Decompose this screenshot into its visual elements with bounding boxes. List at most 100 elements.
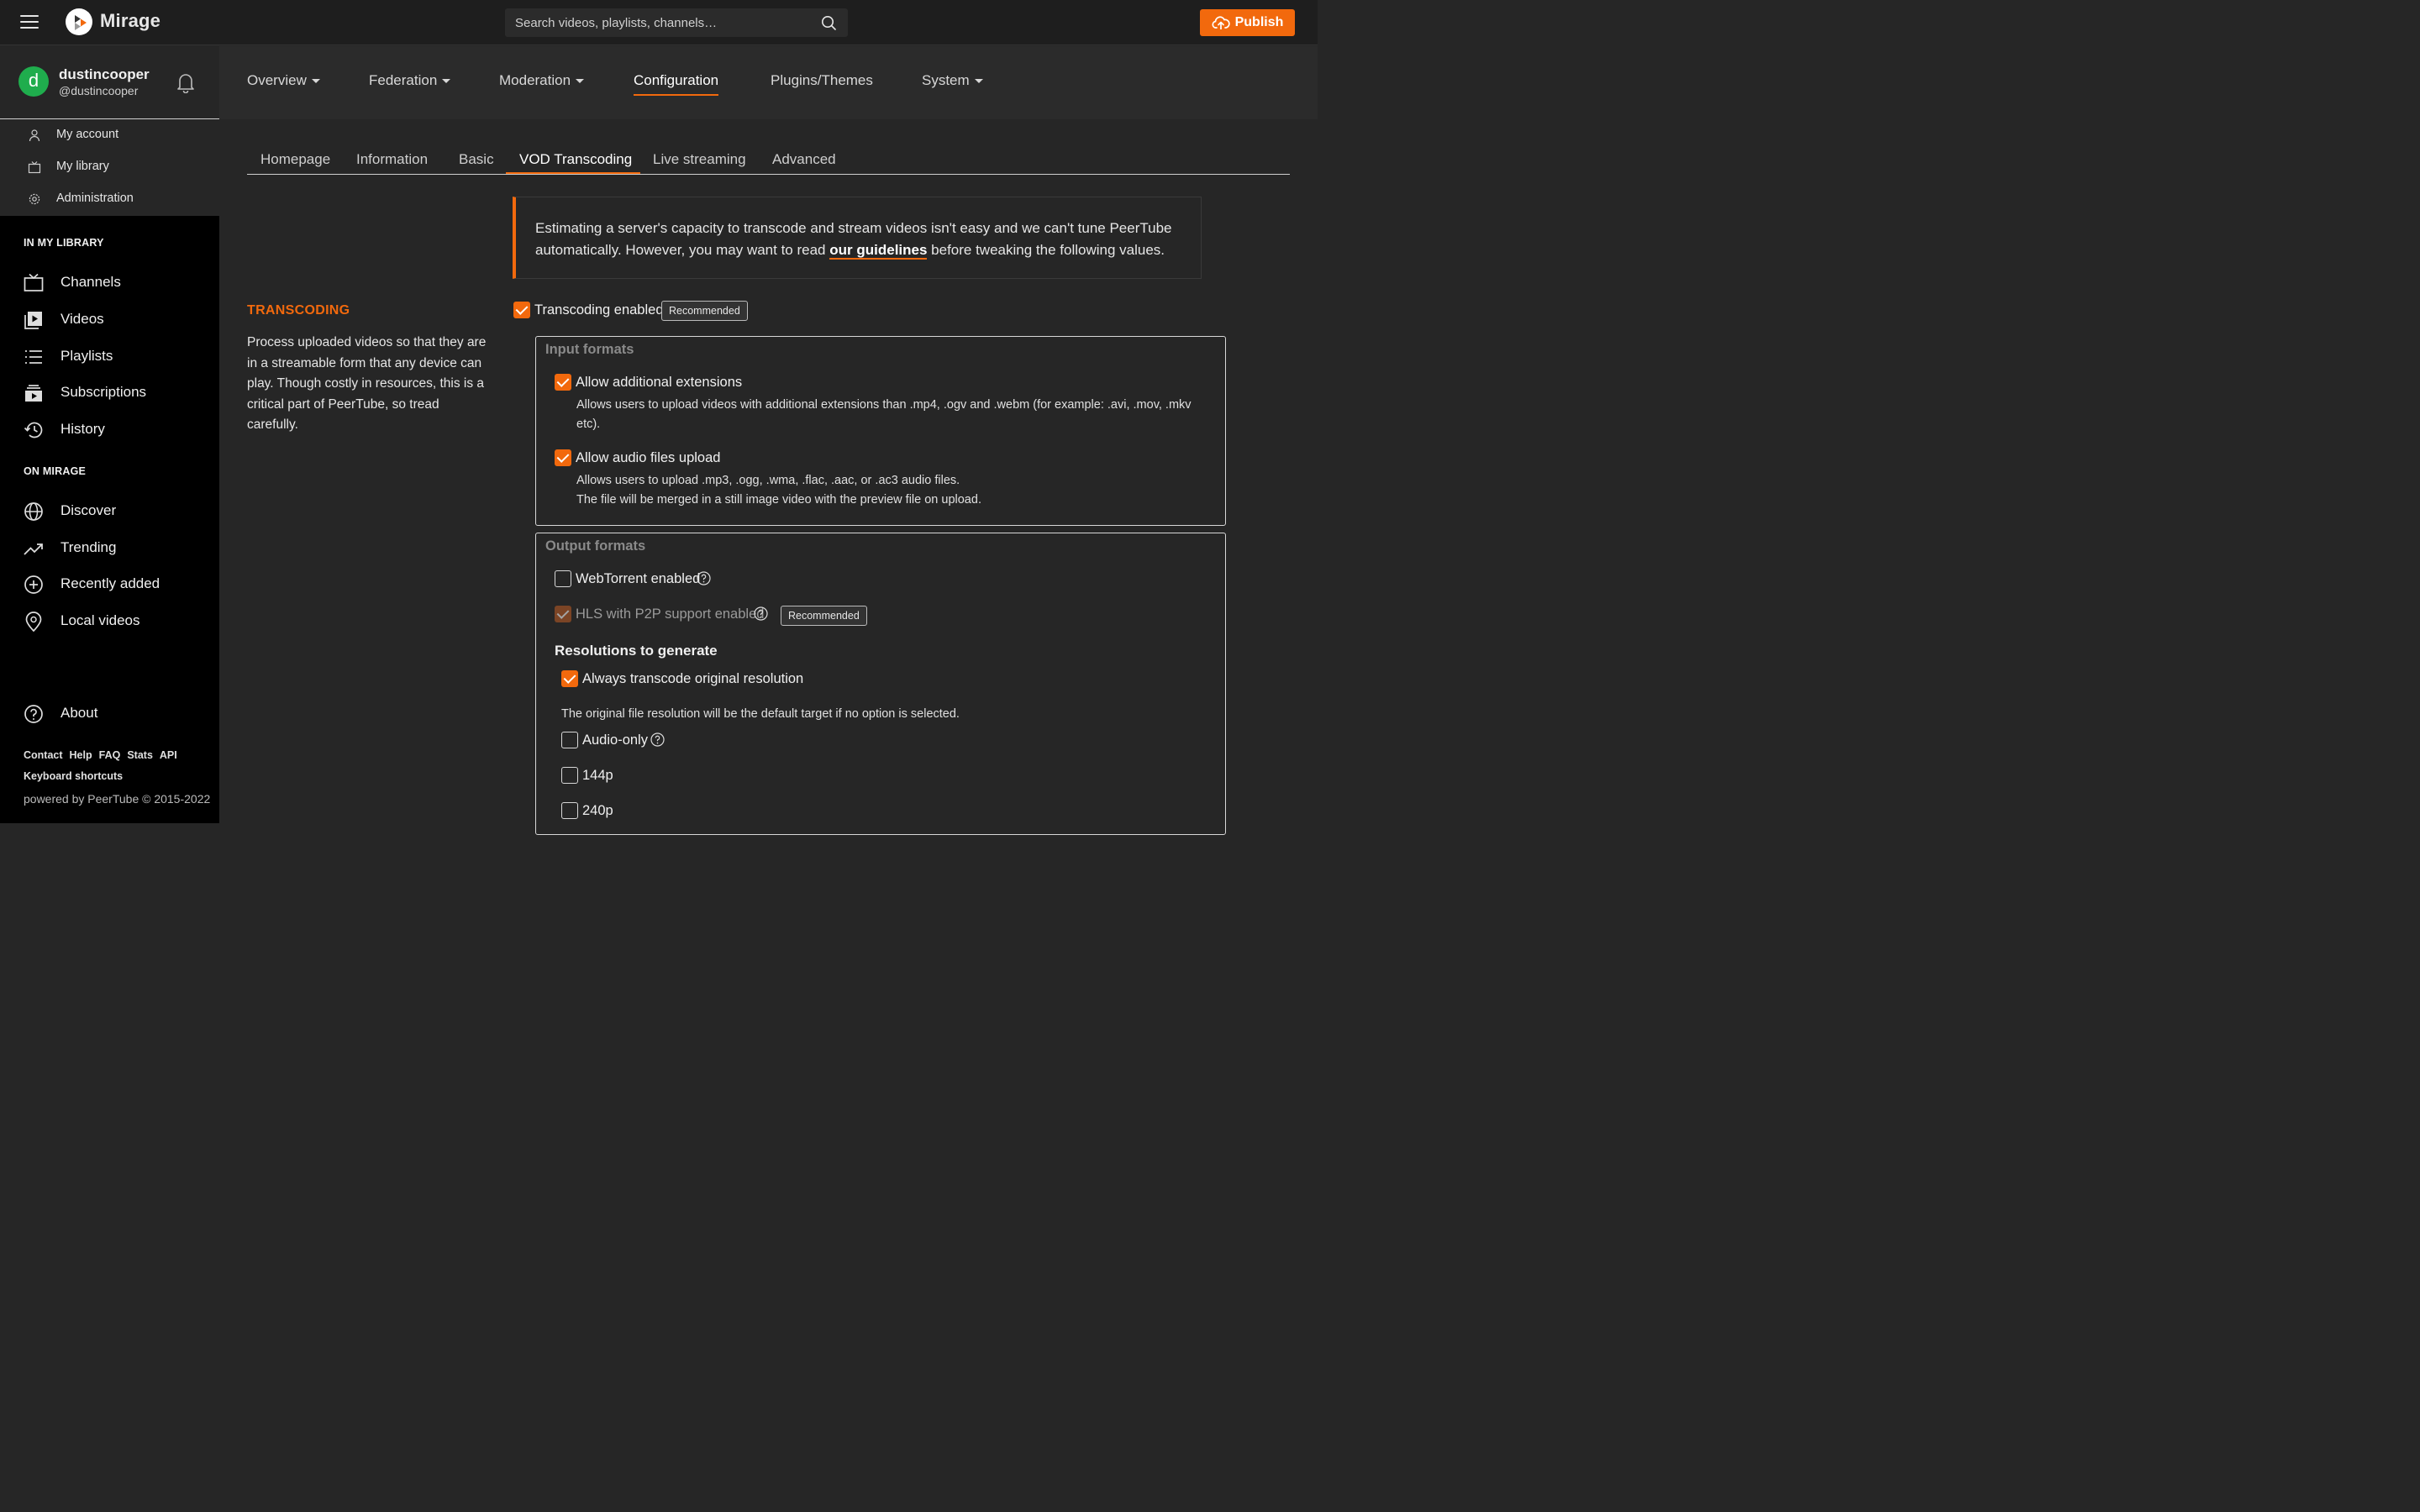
tab-federation[interactable]: Federation xyxy=(369,72,451,89)
sidebar-item-label: About xyxy=(60,705,98,721)
sidebar-item-label: Playlists xyxy=(60,348,113,364)
peertube-logo-icon[interactable] xyxy=(66,8,92,35)
menu-item-my-account[interactable]: My account xyxy=(0,120,219,152)
tab-plugins-themes[interactable]: Plugins/Themes xyxy=(771,72,873,89)
help-icon[interactable] xyxy=(754,606,768,621)
menu-icon[interactable] xyxy=(20,15,39,30)
search-box xyxy=(505,8,848,37)
allow-extensions-hint: Allows users to upload videos with addit… xyxy=(576,398,1192,431)
webtorrent-checkbox[interactable] xyxy=(555,570,571,587)
brand-name[interactable]: Mirage xyxy=(100,10,160,32)
footer-link-faq[interactable]: FAQ xyxy=(99,749,121,761)
tab-overview[interactable]: Overview xyxy=(247,72,320,89)
sidebar-item-playlists[interactable]: Playlists xyxy=(0,340,219,374)
search-input[interactable] xyxy=(505,8,816,37)
resolutions-title: Resolutions to generate xyxy=(555,643,718,659)
help-icon[interactable] xyxy=(650,732,665,747)
menu-item-label: Administration xyxy=(56,192,134,205)
help-circle-icon xyxy=(24,705,43,723)
tab-moderation[interactable]: Moderation xyxy=(499,72,585,89)
hls-label[interactable]: HLS with P2P support enabled xyxy=(576,606,764,622)
transcoding-enabled-label[interactable]: Transcoding enabled xyxy=(534,302,664,318)
subtab-information[interactable]: Information xyxy=(356,151,428,168)
sidebar-item-subscriptions[interactable]: Subscriptions xyxy=(0,376,219,410)
recommended-badge: Recommended xyxy=(781,606,867,626)
publish-button[interactable]: Publish xyxy=(1200,9,1295,36)
subtab-advanced[interactable]: Advanced xyxy=(772,151,836,168)
output-formats-legend: Output formats xyxy=(545,538,646,554)
account-menu: My account My library Administration xyxy=(0,120,219,216)
audio-only-checkbox[interactable] xyxy=(561,732,578,748)
res-144p-label[interactable]: 144p xyxy=(582,768,613,784)
footer-links: Contact Help FAQ Stats API xyxy=(24,749,184,761)
sidebar-item-label: Videos xyxy=(60,311,104,327)
user-icon xyxy=(29,129,40,142)
menu-item-label: My library xyxy=(56,160,109,173)
always-original-checkbox[interactable] xyxy=(561,670,578,687)
allow-extensions-label[interactable]: Allow additional extensions xyxy=(576,375,742,391)
sidebar-item-label: Discover xyxy=(60,502,117,518)
allow-audio-checkbox[interactable] xyxy=(555,449,571,466)
sidebar-item-discover[interactable]: Discover xyxy=(0,495,219,528)
subtab-homepage[interactable]: Homepage xyxy=(260,151,330,168)
tab-label: System xyxy=(922,72,970,88)
sidebar-item-recently-added[interactable]: Recently added xyxy=(0,568,219,601)
tab-configuration[interactable]: Configuration xyxy=(634,72,719,96)
sidebar: IN MY LIBRARY Channels Videos Playlists xyxy=(0,216,219,823)
chevron-down-icon xyxy=(442,79,451,84)
always-original-label[interactable]: Always transcode original resolution xyxy=(582,671,803,687)
playlists-icon xyxy=(25,350,42,364)
bell-icon[interactable] xyxy=(176,71,196,93)
subscriptions-icon xyxy=(25,385,42,402)
globe-icon xyxy=(24,502,43,521)
sidebar-item-label: Local videos xyxy=(60,612,140,628)
sidebar-item-local-videos[interactable]: Local videos xyxy=(0,605,219,638)
videos-icon xyxy=(24,312,42,329)
sidebar-item-history[interactable]: History xyxy=(0,413,219,447)
tab-label: Configuration xyxy=(634,72,719,88)
user-block: d dustincooper @dustincooper xyxy=(0,46,219,119)
sidebar-item-label: Trending xyxy=(60,539,117,555)
sidebar-item-label: Subscriptions xyxy=(60,384,147,400)
hls-checkbox[interactable] xyxy=(555,606,571,622)
history-icon xyxy=(24,422,43,438)
res-240p-checkbox[interactable] xyxy=(561,802,578,819)
tab-label: Moderation xyxy=(499,72,571,88)
avatar[interactable]: d xyxy=(18,66,49,97)
webtorrent-label[interactable]: WebTorrent enabled xyxy=(576,571,700,587)
top-bar: Mirage Publish xyxy=(0,0,1318,45)
section-description: Process uploaded videos so that they are… xyxy=(247,335,487,432)
keyboard-shortcuts-link[interactable]: Keyboard shortcuts xyxy=(24,770,123,782)
guidelines-link[interactable]: our guidelines xyxy=(829,242,928,260)
tab-system[interactable]: System xyxy=(922,72,983,89)
footer-link-stats[interactable]: Stats xyxy=(127,749,153,761)
footer-link-api[interactable]: API xyxy=(160,749,177,761)
sidebar-item-channels[interactable]: Channels xyxy=(0,266,219,300)
resolutions-hint: The original file resolution will be the… xyxy=(561,707,960,721)
menu-item-my-library[interactable]: My library xyxy=(0,152,219,184)
chevron-down-icon xyxy=(974,79,983,84)
footer-link-help[interactable]: Help xyxy=(70,749,92,761)
menu-item-administration[interactable]: Administration xyxy=(0,184,219,216)
subtab-basic[interactable]: Basic xyxy=(459,151,494,168)
res-144p-checkbox[interactable] xyxy=(561,767,578,784)
admin-nav: Overview Federation Moderation Configura… xyxy=(219,46,1318,119)
trending-icon xyxy=(24,543,43,555)
allow-extensions-checkbox[interactable] xyxy=(555,374,571,391)
alert-text-after: before tweaking the following values. xyxy=(927,242,1165,258)
subtab-live-streaming[interactable]: Live streaming xyxy=(653,151,746,168)
subtab-vod-transcoding[interactable]: VOD Transcoding xyxy=(519,151,632,168)
chevron-down-icon xyxy=(576,79,585,84)
res-240p-label[interactable]: 240p xyxy=(582,803,613,819)
audio-only-label[interactable]: Audio-only xyxy=(582,732,648,748)
sidebar-item-videos[interactable]: Videos xyxy=(0,303,219,337)
search-icon[interactable] xyxy=(821,15,836,30)
sidebar-item-about[interactable]: About xyxy=(0,697,219,731)
help-icon[interactable] xyxy=(697,571,711,585)
gear-icon xyxy=(29,193,40,205)
transcoding-enabled-checkbox[interactable] xyxy=(513,302,530,318)
allow-audio-label[interactable]: Allow audio files upload xyxy=(576,450,720,466)
footer-link-contact[interactable]: Contact xyxy=(24,749,63,761)
username[interactable]: dustincooper xyxy=(59,66,150,83)
sidebar-item-trending[interactable]: Trending xyxy=(0,532,219,565)
